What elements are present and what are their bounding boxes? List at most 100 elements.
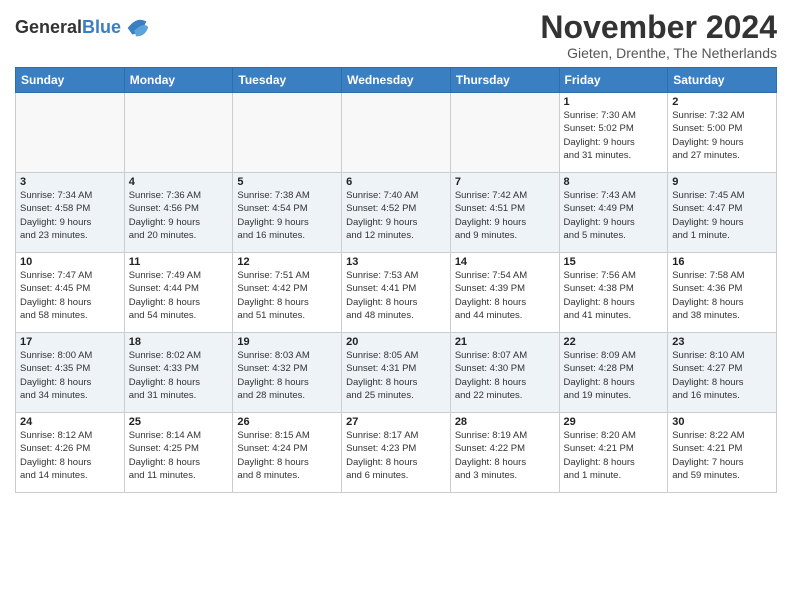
- day-number: 20: [346, 336, 446, 348]
- table-row[interactable]: 14Sunrise: 7:54 AMSunset: 4:39 PMDayligh…: [450, 253, 559, 333]
- table-row[interactable]: 1Sunrise: 7:30 AMSunset: 5:02 PMDaylight…: [559, 93, 668, 173]
- day-number: 1: [564, 96, 664, 108]
- day-info: Sunrise: 7:42 AMSunset: 4:51 PMDaylight:…: [455, 189, 555, 242]
- table-row[interactable]: 13Sunrise: 7:53 AMSunset: 4:41 PMDayligh…: [342, 253, 451, 333]
- day-number: 24: [20, 416, 120, 428]
- day-number: 19: [237, 336, 337, 348]
- day-info: Sunrise: 7:38 AMSunset: 4:54 PMDaylight:…: [237, 189, 337, 242]
- day-number: 18: [129, 336, 229, 348]
- table-row[interactable]: 17Sunrise: 8:00 AMSunset: 4:35 PMDayligh…: [16, 333, 125, 413]
- table-row[interactable]: 26Sunrise: 8:15 AMSunset: 4:24 PMDayligh…: [233, 413, 342, 493]
- day-number: 28: [455, 416, 555, 428]
- calendar-week-row: 3Sunrise: 7:34 AMSunset: 4:58 PMDaylight…: [16, 173, 777, 253]
- col-saturday: Saturday: [668, 68, 777, 93]
- table-row[interactable]: 22Sunrise: 8:09 AMSunset: 4:28 PMDayligh…: [559, 333, 668, 413]
- calendar-table: Sunday Monday Tuesday Wednesday Thursday…: [15, 67, 777, 493]
- day-info: Sunrise: 7:40 AMSunset: 4:52 PMDaylight:…: [346, 189, 446, 242]
- logo-general-text: General: [15, 17, 82, 37]
- col-thursday: Thursday: [450, 68, 559, 93]
- day-info: Sunrise: 8:22 AMSunset: 4:21 PMDaylight:…: [672, 429, 772, 482]
- day-info: Sunrise: 7:36 AMSunset: 4:56 PMDaylight:…: [129, 189, 229, 242]
- day-info: Sunrise: 8:20 AMSunset: 4:21 PMDaylight:…: [564, 429, 664, 482]
- day-info: Sunrise: 8:02 AMSunset: 4:33 PMDaylight:…: [129, 349, 229, 402]
- day-info: Sunrise: 7:49 AMSunset: 4:44 PMDaylight:…: [129, 269, 229, 322]
- day-info: Sunrise: 7:56 AMSunset: 4:38 PMDaylight:…: [564, 269, 664, 322]
- table-row[interactable]: 27Sunrise: 8:17 AMSunset: 4:23 PMDayligh…: [342, 413, 451, 493]
- table-row[interactable]: 21Sunrise: 8:07 AMSunset: 4:30 PMDayligh…: [450, 333, 559, 413]
- table-row[interactable]: 3Sunrise: 7:34 AMSunset: 4:58 PMDaylight…: [16, 173, 125, 253]
- day-info: Sunrise: 7:43 AMSunset: 4:49 PMDaylight:…: [564, 189, 664, 242]
- day-info: Sunrise: 8:19 AMSunset: 4:22 PMDaylight:…: [455, 429, 555, 482]
- col-friday: Friday: [559, 68, 668, 93]
- table-row[interactable]: 9Sunrise: 7:45 AMSunset: 4:47 PMDaylight…: [668, 173, 777, 253]
- day-number: 27: [346, 416, 446, 428]
- day-info: Sunrise: 7:51 AMSunset: 4:42 PMDaylight:…: [237, 269, 337, 322]
- page-container: GeneralBlue November 2024 Gieten, Drenth…: [0, 0, 792, 498]
- day-info: Sunrise: 8:05 AMSunset: 4:31 PMDaylight:…: [346, 349, 446, 402]
- day-number: 9: [672, 176, 772, 188]
- location: Gieten, Drenthe, The Netherlands: [540, 45, 777, 61]
- table-row[interactable]: 28Sunrise: 8:19 AMSunset: 4:22 PMDayligh…: [450, 413, 559, 493]
- day-number: 21: [455, 336, 555, 348]
- header: GeneralBlue November 2024 Gieten, Drenth…: [15, 10, 777, 61]
- logo-icon: [123, 14, 151, 42]
- day-number: 5: [237, 176, 337, 188]
- table-row[interactable]: 15Sunrise: 7:56 AMSunset: 4:38 PMDayligh…: [559, 253, 668, 333]
- day-number: 29: [564, 416, 664, 428]
- table-row[interactable]: 18Sunrise: 8:02 AMSunset: 4:33 PMDayligh…: [124, 333, 233, 413]
- day-info: Sunrise: 8:15 AMSunset: 4:24 PMDaylight:…: [237, 429, 337, 482]
- day-info: Sunrise: 8:09 AMSunset: 4:28 PMDaylight:…: [564, 349, 664, 402]
- table-row[interactable]: 4Sunrise: 7:36 AMSunset: 4:56 PMDaylight…: [124, 173, 233, 253]
- logo-blue-text: Blue: [82, 17, 121, 37]
- table-row[interactable]: [342, 93, 451, 173]
- day-number: 25: [129, 416, 229, 428]
- day-number: 13: [346, 256, 446, 268]
- table-row[interactable]: 12Sunrise: 7:51 AMSunset: 4:42 PMDayligh…: [233, 253, 342, 333]
- day-info: Sunrise: 8:14 AMSunset: 4:25 PMDaylight:…: [129, 429, 229, 482]
- day-info: Sunrise: 8:03 AMSunset: 4:32 PMDaylight:…: [237, 349, 337, 402]
- calendar-week-row: 10Sunrise: 7:47 AMSunset: 4:45 PMDayligh…: [16, 253, 777, 333]
- day-info: Sunrise: 8:07 AMSunset: 4:30 PMDaylight:…: [455, 349, 555, 402]
- table-row[interactable]: 11Sunrise: 7:49 AMSunset: 4:44 PMDayligh…: [124, 253, 233, 333]
- month-title: November 2024: [540, 10, 777, 45]
- table-row[interactable]: [124, 93, 233, 173]
- col-tuesday: Tuesday: [233, 68, 342, 93]
- col-monday: Monday: [124, 68, 233, 93]
- table-row[interactable]: 6Sunrise: 7:40 AMSunset: 4:52 PMDaylight…: [342, 173, 451, 253]
- table-row[interactable]: [233, 93, 342, 173]
- day-info: Sunrise: 7:58 AMSunset: 4:36 PMDaylight:…: [672, 269, 772, 322]
- day-info: Sunrise: 7:34 AMSunset: 4:58 PMDaylight:…: [20, 189, 120, 242]
- table-row[interactable]: 10Sunrise: 7:47 AMSunset: 4:45 PMDayligh…: [16, 253, 125, 333]
- table-row[interactable]: [450, 93, 559, 173]
- table-row[interactable]: 5Sunrise: 7:38 AMSunset: 4:54 PMDaylight…: [233, 173, 342, 253]
- day-info: Sunrise: 8:10 AMSunset: 4:27 PMDaylight:…: [672, 349, 772, 402]
- day-info: Sunrise: 7:47 AMSunset: 4:45 PMDaylight:…: [20, 269, 120, 322]
- col-wednesday: Wednesday: [342, 68, 451, 93]
- table-row[interactable]: 20Sunrise: 8:05 AMSunset: 4:31 PMDayligh…: [342, 333, 451, 413]
- day-number: 30: [672, 416, 772, 428]
- table-row[interactable]: 30Sunrise: 8:22 AMSunset: 4:21 PMDayligh…: [668, 413, 777, 493]
- day-number: 8: [564, 176, 664, 188]
- calendar-header-row: Sunday Monday Tuesday Wednesday Thursday…: [16, 68, 777, 93]
- table-row[interactable]: 16Sunrise: 7:58 AMSunset: 4:36 PMDayligh…: [668, 253, 777, 333]
- day-number: 2: [672, 96, 772, 108]
- table-row[interactable]: [16, 93, 125, 173]
- day-number: 7: [455, 176, 555, 188]
- table-row[interactable]: 7Sunrise: 7:42 AMSunset: 4:51 PMDaylight…: [450, 173, 559, 253]
- day-info: Sunrise: 7:53 AMSunset: 4:41 PMDaylight:…: [346, 269, 446, 322]
- table-row[interactable]: 19Sunrise: 8:03 AMSunset: 4:32 PMDayligh…: [233, 333, 342, 413]
- table-row[interactable]: 24Sunrise: 8:12 AMSunset: 4:26 PMDayligh…: [16, 413, 125, 493]
- table-row[interactable]: 25Sunrise: 8:14 AMSunset: 4:25 PMDayligh…: [124, 413, 233, 493]
- day-number: 3: [20, 176, 120, 188]
- table-row[interactable]: 23Sunrise: 8:10 AMSunset: 4:27 PMDayligh…: [668, 333, 777, 413]
- table-row[interactable]: 2Sunrise: 7:32 AMSunset: 5:00 PMDaylight…: [668, 93, 777, 173]
- day-number: 11: [129, 256, 229, 268]
- table-row[interactable]: 8Sunrise: 7:43 AMSunset: 4:49 PMDaylight…: [559, 173, 668, 253]
- day-number: 12: [237, 256, 337, 268]
- title-block: November 2024 Gieten, Drenthe, The Nethe…: [540, 10, 777, 61]
- day-number: 23: [672, 336, 772, 348]
- table-row[interactable]: 29Sunrise: 8:20 AMSunset: 4:21 PMDayligh…: [559, 413, 668, 493]
- day-info: Sunrise: 8:12 AMSunset: 4:26 PMDaylight:…: [20, 429, 120, 482]
- day-number: 22: [564, 336, 664, 348]
- day-number: 16: [672, 256, 772, 268]
